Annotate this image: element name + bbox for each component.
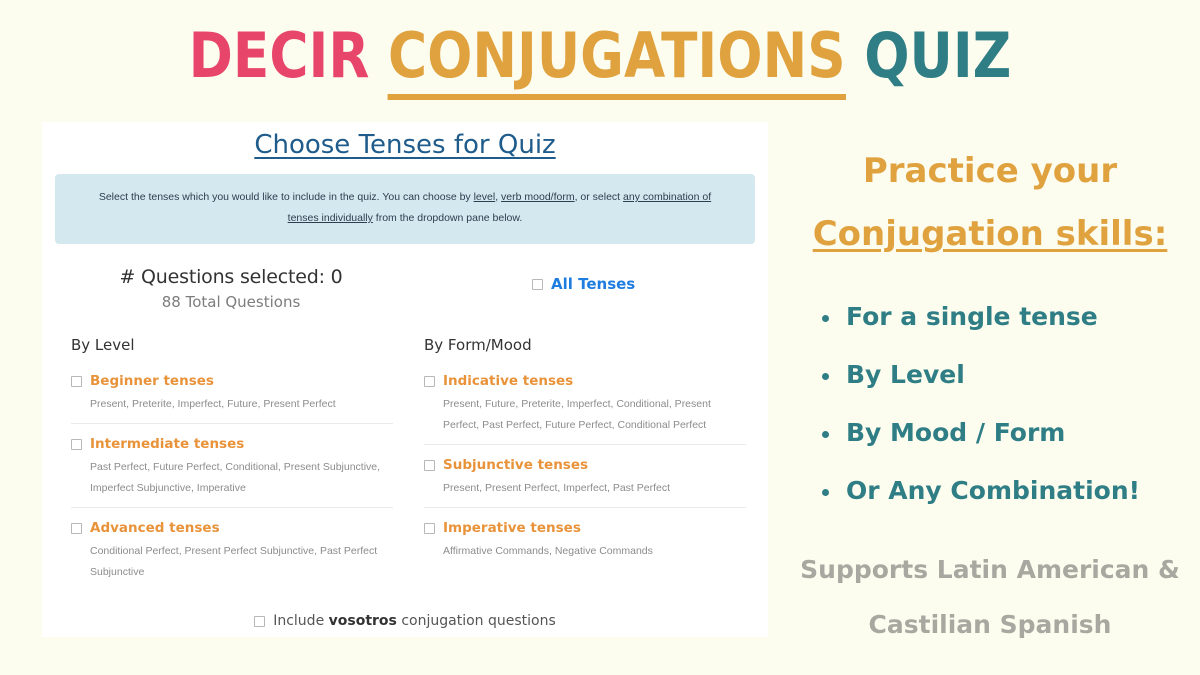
indicative-tenses-list: Present, Future, Preterite, Imperfect, C… [443,398,711,431]
vosotros-checkbox[interactable] [254,615,266,627]
by-level-title: By Level [71,336,135,354]
vosotros-suffix: conjugation questions [396,613,556,629]
title-word-conjugations: CONJUGATIONS [387,19,846,100]
info-link-level[interactable]: level [474,191,496,203]
by-form-mood-column: By Form/Mood Indicative tenses Present, … [424,336,746,570]
title-word-quiz: QUIZ [864,19,1012,92]
list-item: For a single tense [818,288,1190,346]
title-word-decir: DECIR [188,19,370,92]
supports-note-line1: Supports Latin American & [800,555,1180,584]
vosotros-prefix: Include [273,613,329,629]
list-item: Or Any Combination! [818,462,1190,520]
all-tenses-checkbox[interactable] [532,278,543,290]
level-group-advanced: Advanced tenses Conditional Perfect, Pre… [71,507,393,591]
vosotros-bold: vosotros [328,613,397,629]
subjunctive-tenses-list: Present, Present Perfect, Imperfect, Pas… [443,482,671,494]
question-count-block: # Questions selected: 0 88 Total Questio… [42,266,420,311]
all-tenses-option[interactable]: All Tenses [532,275,635,293]
intermediate-tenses-option[interactable]: Intermediate tenses [71,436,393,452]
info-text-part3: , or select [574,191,624,203]
counts-row: # Questions selected: 0 88 Total Questio… [42,266,768,328]
beginner-tenses-list: Present, Preterite, Imperfect, Future, P… [90,398,336,410]
level-group-beginner: Beginner tenses Present, Preterite, Impe… [71,373,393,423]
beginner-tenses-label[interactable]: Beginner tenses [90,373,214,389]
imperative-tenses-label[interactable]: Imperative tenses [443,520,581,536]
marketing-heading-line2-wrap: Conjugation skills: [790,203,1190,266]
info-text-part1: Select the tenses which you would like t… [98,191,474,203]
imperative-tenses-option[interactable]: Imperative tenses [424,520,746,536]
list-item: By Level [818,346,1190,404]
all-tenses-label[interactable]: All Tenses [551,275,635,293]
marketing-heading-line2: Conjugation skills: [812,214,1168,254]
info-text-part4: from the dropdown pane below. [372,212,523,224]
intermediate-tenses-label[interactable]: Intermediate tenses [90,436,244,452]
advanced-tenses-checkbox[interactable] [71,522,82,534]
advanced-tenses-list: Conditional Perfect, Present Perfect Sub… [90,545,378,578]
info-link-verb-mood-form[interactable]: verb mood/form [501,191,575,203]
imperative-tenses-list: Affirmative Commands, Negative Commands [443,545,653,557]
total-questions-label: 88 Total Questions [161,293,301,311]
questions-selected-label: # Questions selected: 0 [119,266,343,288]
mood-group-subjunctive: Subjunctive tenses Present, Present Perf… [424,444,746,507]
intermediate-tenses-checkbox[interactable] [71,438,82,450]
vosotros-option[interactable]: Include vosotros conjugation questions [42,613,768,629]
imperative-tenses-checkbox[interactable] [424,522,435,534]
list-item: By Mood / Form [818,404,1190,462]
mood-group-imperative: Imperative tenses Affirmative Commands, … [424,507,746,570]
page-title: DECIR CONJUGATIONS QUIZ [84,18,1116,100]
vosotros-label[interactable]: Include vosotros conjugation questions [273,613,556,629]
indicative-tenses-option[interactable]: Indicative tenses [424,373,746,389]
subjunctive-tenses-checkbox[interactable] [424,459,435,471]
supports-note-line2: Castilian Spanish [868,610,1112,639]
advanced-tenses-label[interactable]: Advanced tenses [90,520,220,536]
subjunctive-tenses-label[interactable]: Subjunctive tenses [443,457,588,473]
indicative-tenses-label[interactable]: Indicative tenses [443,373,573,389]
marketing-column: Practice your Conjugation skills: For a … [790,140,1190,652]
by-form-mood-title: By Form/Mood [424,336,532,354]
feature-list: For a single tense By Level By Mood / Fo… [790,288,1190,520]
advanced-tenses-option[interactable]: Advanced tenses [71,520,393,536]
beginner-tenses-option[interactable]: Beginner tenses [71,373,393,389]
marketing-heading-line1: Practice your [862,151,1118,191]
info-box: Select the tenses which you would like t… [55,174,755,244]
quiz-setup-panel: Choose Tenses for Quiz Select the tenses… [42,122,768,637]
mood-group-indicative: Indicative tenses Present, Future, Prete… [424,373,746,444]
level-group-intermediate: Intermediate tenses Past Perfect, Future… [71,423,393,507]
beginner-tenses-checkbox[interactable] [71,375,82,387]
intermediate-tenses-list: Past Perfect, Future Perfect, Conditiona… [90,461,381,494]
panel-heading[interactable]: Choose Tenses for Quiz [42,130,768,160]
by-level-column: By Level Beginner tenses Present, Preter… [71,336,393,591]
subjunctive-tenses-option[interactable]: Subjunctive tenses [424,457,746,473]
indicative-tenses-checkbox[interactable] [424,375,435,387]
